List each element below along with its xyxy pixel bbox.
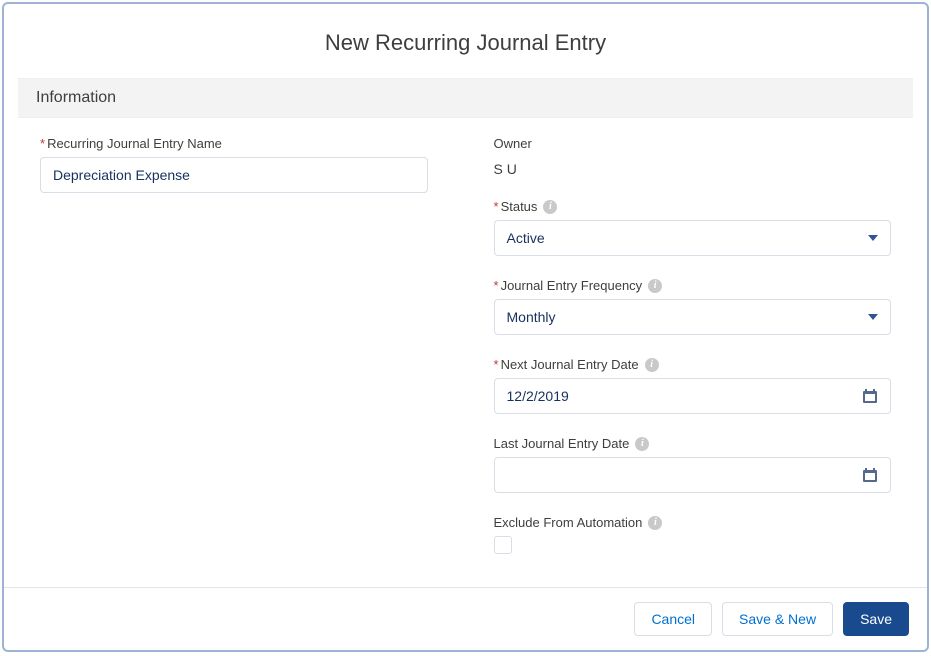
form-body: *Recurring Journal Entry Name Depreciati… (4, 118, 927, 587)
field-status: *Status i Active (494, 199, 892, 256)
new-recurring-journal-entry-modal: New Recurring Journal Entry Information … (2, 2, 929, 652)
label-owner: Owner (494, 136, 892, 151)
field-owner: Owner S U (494, 136, 892, 177)
select-status[interactable]: Active (494, 220, 892, 256)
label-exclude-automation: Exclude From Automation i (494, 515, 892, 530)
label-next-date: *Next Journal Entry Date i (494, 357, 892, 372)
label-frequency: *Journal Entry Frequency i (494, 278, 892, 293)
cancel-button[interactable]: Cancel (634, 602, 712, 636)
info-icon[interactable]: i (648, 279, 662, 293)
checkbox-exclude-automation[interactable] (494, 536, 512, 554)
calendar-icon[interactable] (862, 467, 878, 483)
input-next-date[interactable]: 12/2/2019 (494, 378, 892, 414)
form-column-left: *Recurring Journal Entry Name Depreciati… (40, 136, 438, 587)
calendar-icon[interactable] (862, 388, 878, 404)
field-next-date: *Next Journal Entry Date i 12/2/2019 (494, 357, 892, 414)
chevron-down-icon (868, 235, 878, 241)
field-recurring-name: *Recurring Journal Entry Name Depreciati… (40, 136, 438, 193)
info-icon[interactable]: i (648, 516, 662, 530)
field-exclude-automation: Exclude From Automation i (494, 515, 892, 554)
label-status: *Status i (494, 199, 892, 214)
value-owner: S U (494, 157, 892, 177)
select-frequency[interactable]: Monthly (494, 299, 892, 335)
label-recurring-name: *Recurring Journal Entry Name (40, 136, 438, 151)
modal-title: New Recurring Journal Entry (4, 4, 927, 78)
info-icon[interactable]: i (645, 358, 659, 372)
modal-footer: Cancel Save & New Save (4, 587, 927, 650)
section-header-information: Information (18, 78, 913, 118)
chevron-down-icon (868, 314, 878, 320)
field-frequency: *Journal Entry Frequency i Monthly (494, 278, 892, 335)
save-and-new-button[interactable]: Save & New (722, 602, 833, 636)
form-column-right: Owner S U *Status i Active *Journal Entr… (494, 136, 892, 587)
label-last-date: Last Journal Entry Date i (494, 436, 892, 451)
save-button[interactable]: Save (843, 602, 909, 636)
info-icon[interactable]: i (543, 200, 557, 214)
field-last-date: Last Journal Entry Date i (494, 436, 892, 493)
info-icon[interactable]: i (635, 437, 649, 451)
input-last-date[interactable] (494, 457, 892, 493)
input-recurring-name[interactable]: Depreciation Expense (40, 157, 428, 193)
